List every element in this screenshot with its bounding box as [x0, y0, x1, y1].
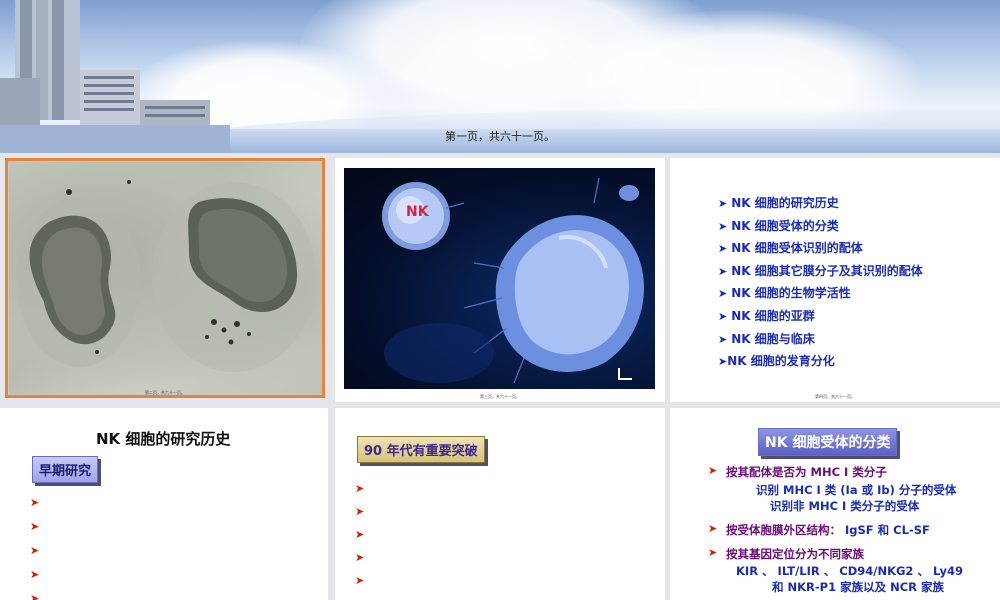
bullet-text: 按其基因定位分为不同家族 [726, 547, 864, 561]
slide-title: NK 细胞的研究历史 [96, 430, 231, 448]
list-item: ➤ NK 细胞其它膜分子及其识别的配体 [718, 263, 923, 278]
slide-footer: 第四页，共六十一页。 [815, 394, 855, 399]
bullet-arrow-icon: ➤ [355, 505, 365, 518]
nk-cell-image: NK [344, 168, 655, 389]
bullet-arrow-icon: ➤ [355, 482, 365, 495]
slide-footer: 第二页，共六十一页。 [145, 390, 185, 395]
list-item: ➤ NK 细胞的亚群 [718, 308, 815, 323]
bullet-arrow-icon: ➤ [30, 568, 40, 581]
bullet-text: 按受体胞膜外区结构： IgSF 和 CL-SF [726, 523, 930, 537]
arrow-icon: ➤ [718, 264, 728, 278]
section-tag: NK 细胞受体的分类 [758, 428, 898, 456]
sub-item: 识别非 MHC I 类分子的受体 [770, 499, 920, 513]
list-item: ➤ NK 细胞受体识别的配体 [718, 241, 863, 256]
bullet-arrow-icon: ➤ [355, 574, 365, 587]
sub-item: 识别 MHC I 类 (Ia 或 Ib) 分子的受体 [756, 483, 957, 497]
arrow-icon: ➤ [718, 287, 728, 301]
page-caption: 第一页，共六十一页。 [445, 130, 555, 143]
bullet-arrow-icon: ➤ [355, 551, 365, 564]
bullet-arrow-icon: ➤ [708, 464, 718, 477]
bullet-text: 按其配体是否为 MHC I 类分子 [726, 465, 887, 479]
list-item: ➤ NK 细胞与临床 [718, 331, 815, 346]
outline-list: ➤ NK 细胞的研究历史 ➤ NK 细胞受体的分类 ➤ NK 细胞受体识别的配体 ➤ N… [718, 194, 923, 375]
list-item: ➤NK 细胞的发育分化 [718, 354, 835, 369]
micrograph-image [9, 162, 322, 394]
slide-thumbnail-5[interactable]: NK 细胞的研究历史 早期研究 ➤ ➤ ➤ ➤ ➤ [0, 408, 328, 600]
bullet-arrow-icon: ➤ [708, 522, 718, 535]
list-item: ➤ NK 细胞的研究历史 [718, 196, 839, 210]
arrow-icon: ➤ [718, 219, 728, 233]
nk-label: NK [406, 204, 429, 220]
slide-footer: 第三页，共六十一页。 [480, 394, 520, 399]
section-tag: 早期研究 [32, 456, 99, 483]
list-item: ➤ NK 细胞的生物学活性 [718, 286, 851, 301]
arrow-icon: ➤ [718, 197, 728, 210]
bullet-arrow-icon: ➤ [30, 544, 40, 557]
arrow-icon: ➤ [718, 332, 728, 346]
slide-thumbnail-7[interactable]: NK 细胞受体的分类 ➤ 按其配体是否为 MHC I 类分子 识别 MHC I … [670, 408, 1000, 600]
bullet-arrow-icon: ➤ [30, 496, 40, 509]
list-item: ➤ NK 细胞受体的分类 [718, 218, 839, 233]
sub-item: KIR 、 ILT/LIR 、 CD94/NKG2 、 Ly49 [736, 564, 963, 578]
section-tag: 90 年代有重要突破 [357, 436, 485, 463]
sub-item: 和 NKR-P1 家族以及 NCR 家族 [772, 580, 945, 594]
bullet-arrow-icon: ➤ [708, 546, 718, 559]
arrow-icon: ➤ [718, 309, 728, 323]
bullet-arrow-icon: ➤ [30, 520, 40, 533]
arrow-icon: ➤ [718, 242, 728, 256]
slide-thumbnail-6[interactable]: 90 年代有重要突破 ➤ ➤ ➤ ➤ ➤ [335, 408, 665, 600]
arrow-icon: ➤ [718, 355, 728, 369]
header-slide[interactable]: 第一页，共六十一页。 [0, 0, 1000, 153]
bullet-arrow-icon: ➤ [30, 592, 40, 600]
bullet-arrow-icon: ➤ [355, 528, 365, 541]
